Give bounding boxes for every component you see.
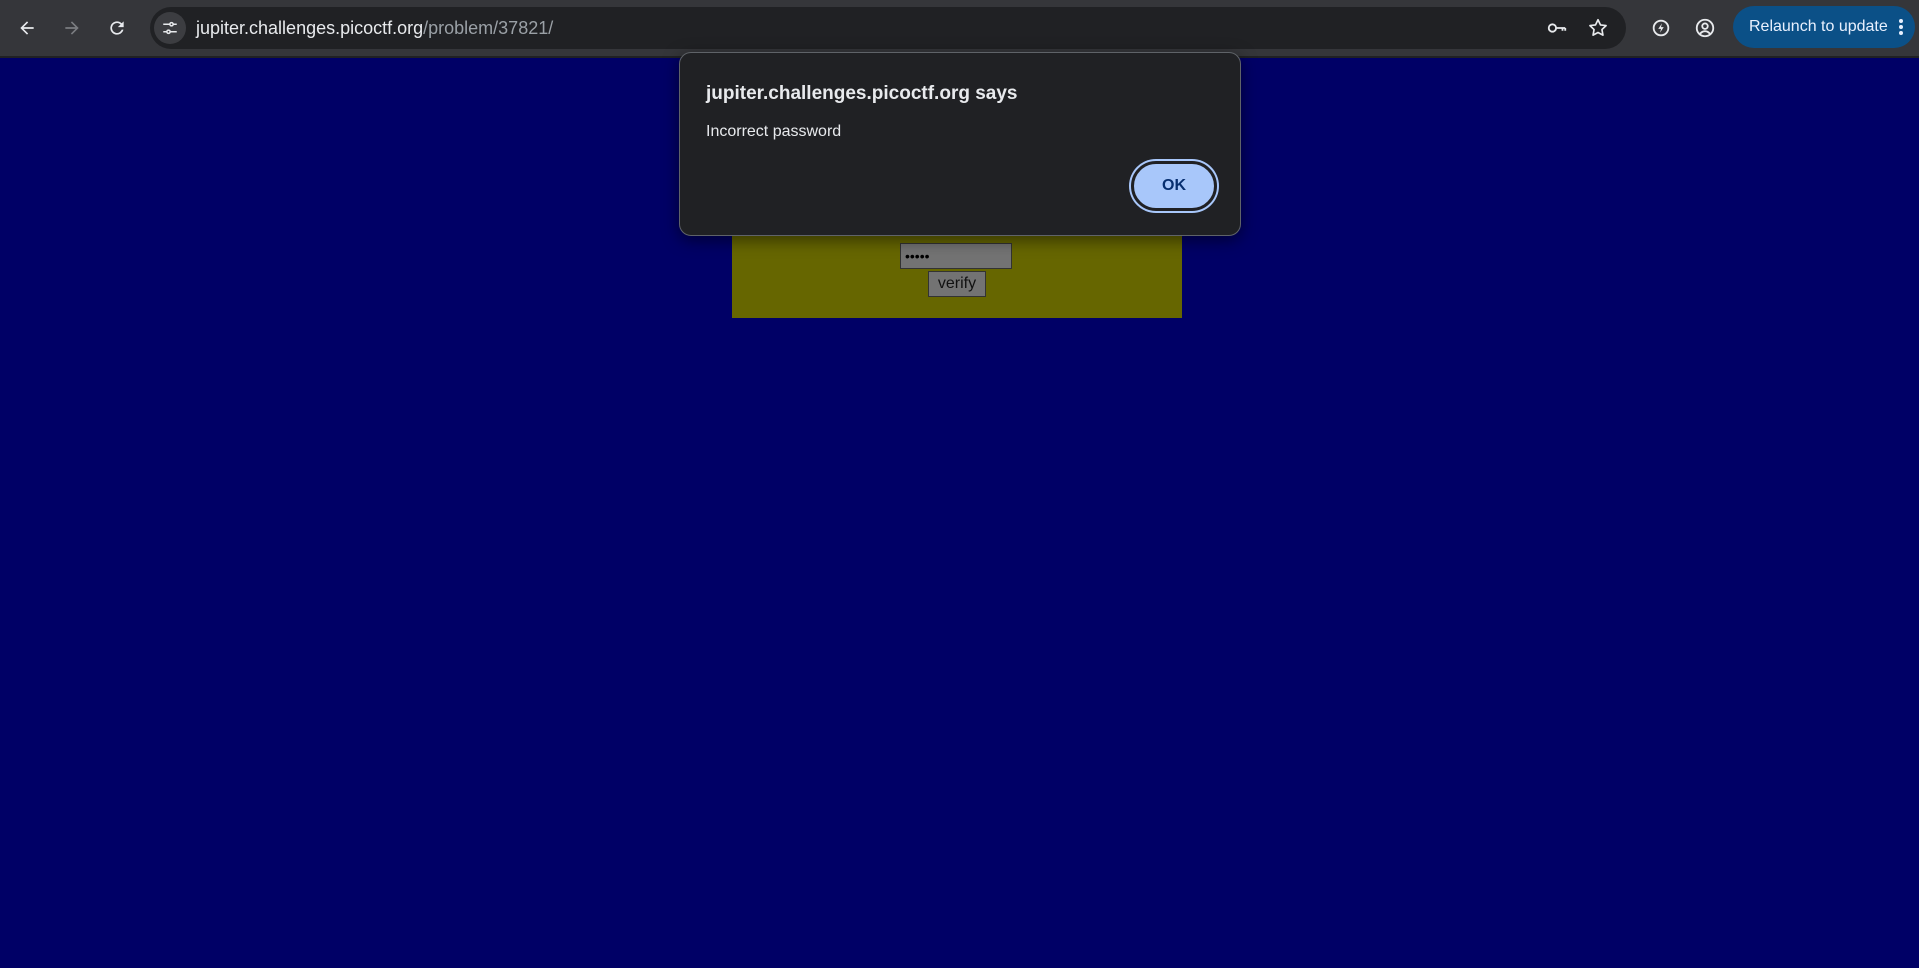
- url-text[interactable]: jupiter.challenges.picoctf.org/problem/3…: [196, 7, 553, 49]
- alert-dialog: jupiter.challenges.picoctf.org says Inco…: [679, 52, 1241, 236]
- bookmark-star-icon: [1589, 18, 1607, 36]
- verify-button[interactable]: verify: [928, 271, 986, 297]
- profile-button[interactable]: [1689, 12, 1721, 44]
- site-settings-icon: [163, 21, 177, 35]
- back-button[interactable]: [9, 10, 45, 46]
- password-key-icon: [1547, 23, 1567, 33]
- forward-button[interactable]: [54, 10, 90, 46]
- back-arrow-icon: [20, 21, 34, 35]
- relaunch-label: Relaunch to update: [1749, 18, 1888, 35]
- dialog-title: jupiter.challenges.picoctf.org says: [706, 83, 1018, 104]
- login-panel: verify: [732, 236, 1182, 318]
- performance-icon: [1652, 19, 1670, 37]
- reload-icon: [110, 21, 124, 35]
- password-input[interactable]: [900, 243, 1012, 269]
- forward-arrow-icon: [65, 21, 79, 35]
- site-info-button[interactable]: [154, 12, 186, 44]
- reload-button[interactable]: [99, 10, 135, 46]
- profile-icon: [1695, 18, 1715, 38]
- ok-button[interactable]: OK: [1131, 161, 1217, 211]
- bookmark-button[interactable]: [1586, 16, 1610, 40]
- performance-button[interactable]: [1645, 12, 1677, 44]
- menu-dots-icon: [1899, 19, 1903, 35]
- password-manager-button[interactable]: [1545, 16, 1569, 40]
- browser-toolbar: jupiter.challenges.picoctf.org/problem/3…: [0, 0, 1919, 58]
- address-bar[interactable]: jupiter.challenges.picoctf.org/problem/3…: [150, 7, 1626, 49]
- url-host: jupiter.challenges.picoctf.org: [196, 18, 424, 38]
- url-path: /problem/37821/: [423, 18, 554, 38]
- relaunch-to-update-button[interactable]: Relaunch to update: [1733, 6, 1915, 48]
- dialog-message: Incorrect password: [706, 123, 842, 140]
